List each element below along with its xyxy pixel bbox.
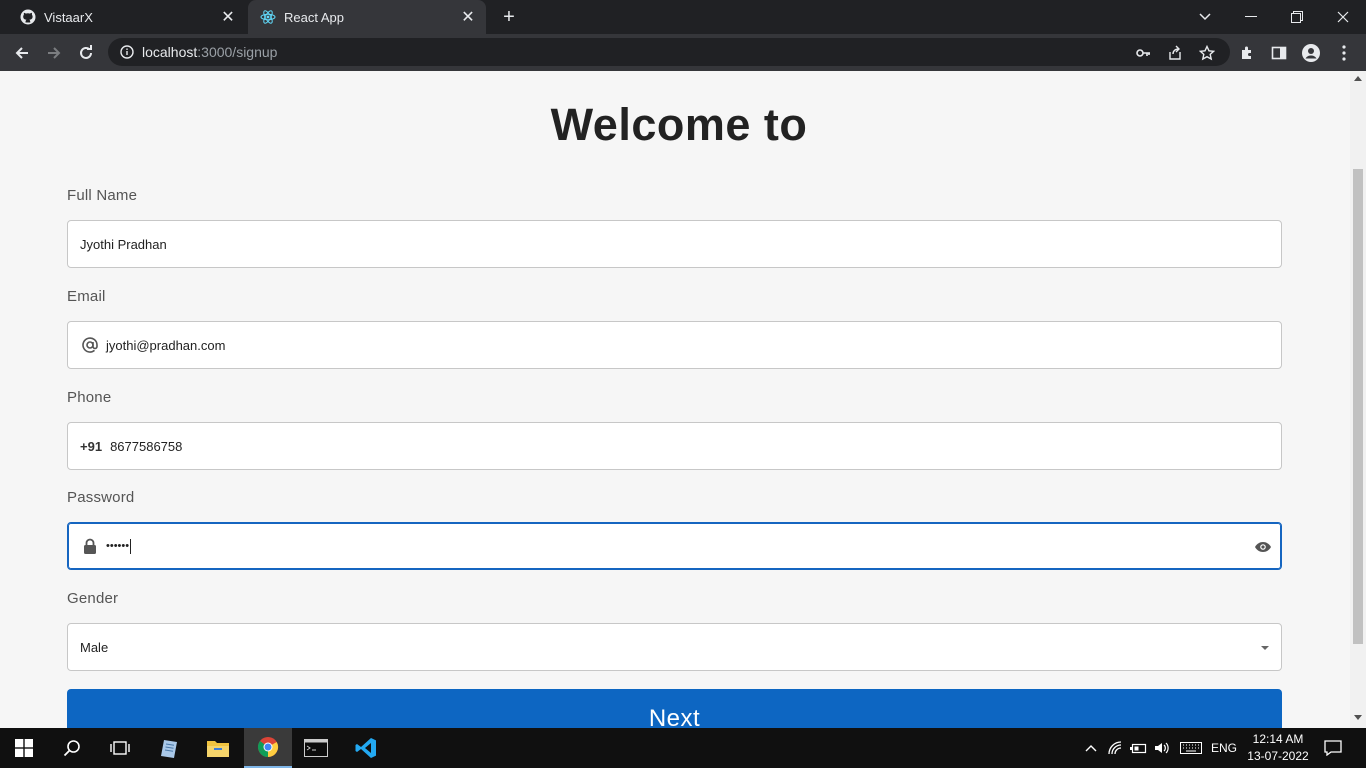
browser-toolbar: localhost:3000/signup (0, 34, 1366, 71)
page-scrollbar[interactable] (1350, 71, 1366, 728)
notepad-app-icon[interactable] (146, 728, 194, 768)
email-label: Email (67, 288, 106, 305)
windows-taskbar: ENG 12:14 AM 13-07-2022 (0, 728, 1366, 768)
address-bar[interactable]: localhost:3000/signup (108, 38, 1230, 66)
show-hidden-icons-chevron-icon[interactable] (1082, 728, 1100, 768)
wifi-icon[interactable] (1106, 728, 1126, 768)
terminal-app-icon[interactable] (292, 728, 340, 768)
url-path: :3000/signup (197, 44, 278, 60)
github-icon (20, 9, 36, 25)
signup-page: Welcome to Full Name Jyothi Pradhan Emai… (0, 71, 1350, 728)
scroll-thumb[interactable] (1353, 169, 1363, 644)
input-language[interactable]: ENG (1208, 728, 1240, 768)
scroll-up-arrow-icon[interactable] (1354, 76, 1362, 81)
restore-button[interactable] (1274, 0, 1320, 34)
notifications-icon[interactable] (1320, 728, 1346, 768)
password-label: Password (67, 489, 135, 506)
battery-icon[interactable] (1128, 728, 1148, 768)
country-code-prefix: +91 (80, 438, 103, 454)
password-field[interactable]: •••••• (67, 522, 1282, 570)
phone-value: 8677586758 (110, 438, 183, 454)
email-value: jyothi@pradhan.com (106, 337, 226, 353)
gender-select[interactable]: Male (67, 623, 1282, 671)
vscode-app-icon[interactable] (342, 728, 390, 768)
keyboard-icon[interactable] (1178, 728, 1204, 768)
next-button[interactable]: Next (67, 689, 1282, 728)
tab-vistaarx[interactable]: VistaarX ✕ (8, 0, 246, 34)
url-host: localhost (142, 44, 198, 60)
text-cursor (130, 538, 132, 554)
new-tab-button[interactable]: + (498, 7, 520, 29)
full-name-field[interactable]: Jyothi Pradhan (67, 220, 1282, 268)
phone-field[interactable]: +91 8677586758 (67, 422, 1282, 470)
search-icon[interactable] (48, 728, 96, 768)
eye-icon[interactable] (1253, 537, 1273, 557)
phone-label: Phone (67, 389, 112, 406)
taskbar-clock[interactable]: 12:14 AM 13-07-2022 (1240, 731, 1316, 765)
side-panel-icon[interactable] (1269, 43, 1289, 63)
volume-icon[interactable] (1152, 728, 1172, 768)
browser-tab-strip: VistaarX ✕ React App ✕ + (0, 0, 1366, 34)
info-icon[interactable] (120, 45, 134, 59)
tab-search-chevron-icon[interactable] (1182, 0, 1228, 34)
gender-value: Male (80, 639, 109, 655)
full-name-value: Jyothi Pradhan (80, 236, 167, 252)
dropdown-arrow-icon (1261, 646, 1269, 650)
extensions-icon[interactable] (1237, 43, 1257, 63)
full-name-label: Full Name (67, 187, 138, 204)
password-value: •••••• (106, 540, 130, 552)
bookmark-star-icon[interactable] (1198, 44, 1216, 62)
tab-title: React App (284, 9, 344, 25)
reload-button[interactable] (73, 40, 99, 66)
share-icon[interactable] (1166, 44, 1184, 62)
file-explorer-icon[interactable] (194, 728, 242, 768)
react-icon (260, 9, 276, 25)
forward-button[interactable] (41, 40, 67, 66)
close-window-button[interactable] (1320, 0, 1366, 34)
close-icon[interactable]: ✕ (220, 9, 236, 26)
profile-icon[interactable] (1301, 43, 1321, 63)
clock-date: 13-07-2022 (1247, 749, 1309, 763)
tab-title: VistaarX (44, 9, 93, 25)
lock-icon (80, 536, 100, 556)
key-icon[interactable] (1134, 44, 1152, 62)
more-options-icon[interactable] (1334, 43, 1354, 63)
close-icon[interactable]: ✕ (460, 9, 476, 26)
back-button[interactable] (9, 40, 35, 66)
chrome-app-icon[interactable] (244, 728, 292, 768)
email-field[interactable]: jyothi@pradhan.com (67, 321, 1282, 369)
task-view-icon[interactable] (96, 728, 144, 768)
page-title: Welcome to (550, 99, 808, 150)
minimize-button[interactable] (1228, 0, 1274, 34)
clock-time: 12:14 AM (1252, 732, 1304, 746)
tab-react-app[interactable]: React App ✕ (248, 0, 486, 34)
at-icon (80, 335, 100, 355)
scroll-down-arrow-icon[interactable] (1354, 715, 1362, 720)
windows-start-icon[interactable] (0, 728, 48, 768)
gender-label: Gender (67, 590, 119, 607)
